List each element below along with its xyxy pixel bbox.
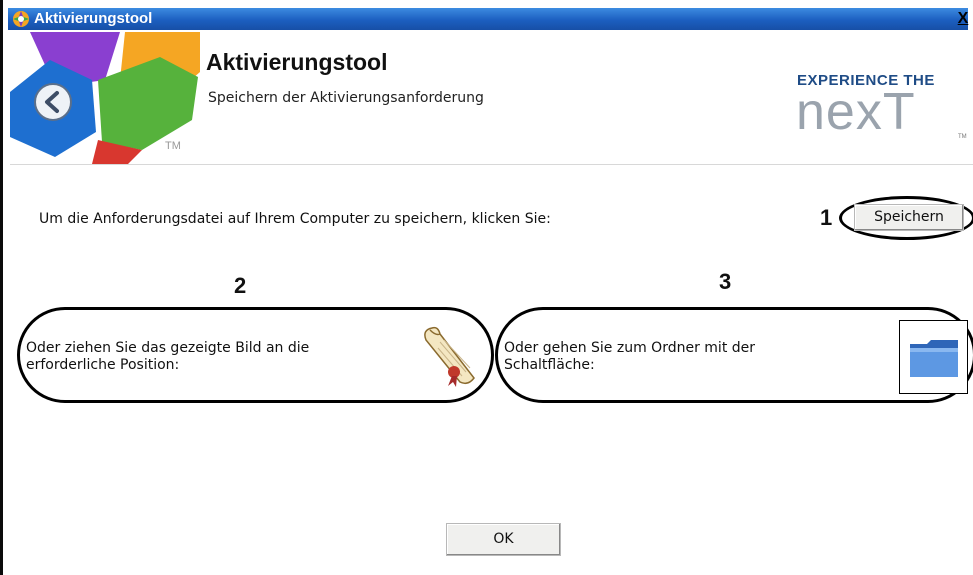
folder-option-line1: Oder gehen Sie zum Ordner mit der [504, 340, 756, 356]
close-button[interactable]: X [954, 10, 972, 28]
svg-text:TM: TM [165, 140, 181, 152]
scroll-document-icon[interactable] [418, 320, 486, 388]
activation-window: Aktivierungstool X TM Aktivierungstool S… [0, 0, 973, 575]
marker-2: 2 [234, 273, 247, 298]
title-bar: Aktivierungstool X [3, 0, 973, 32]
header-subtitle: Speichern der Aktivierungsanforderung [208, 90, 484, 106]
header-title: Aktivierungstool [206, 49, 388, 75]
save-button[interactable]: Speichern [854, 204, 964, 231]
header-banner: TM Aktivierungstool Speichern der Aktivi… [10, 32, 973, 165]
window-title: Aktivierungstool [34, 10, 153, 27]
open-folder-button[interactable] [899, 320, 968, 394]
app-logo: TM [10, 32, 200, 164]
folder-option-line2: Schaltfläche: [504, 357, 595, 373]
main-content: Um die Anforderungsdatei auf Ihrem Compu… [6, 165, 973, 575]
drag-option-line1: Oder ziehen Sie das gezeigte Bild an die [26, 340, 310, 356]
save-instruction: Um die Anforderungsdatei auf Ihrem Compu… [39, 211, 551, 227]
app-icon [13, 11, 29, 27]
marker-1: 1 [820, 205, 833, 230]
folder-icon [910, 340, 958, 377]
brand-logo-next: nexT [796, 83, 916, 141]
brand-tm: TM [958, 134, 967, 140]
marker-3: 3 [719, 269, 732, 294]
drag-option-line2: erforderliche Position: [26, 357, 180, 373]
ok-button[interactable]: OK [446, 523, 561, 556]
